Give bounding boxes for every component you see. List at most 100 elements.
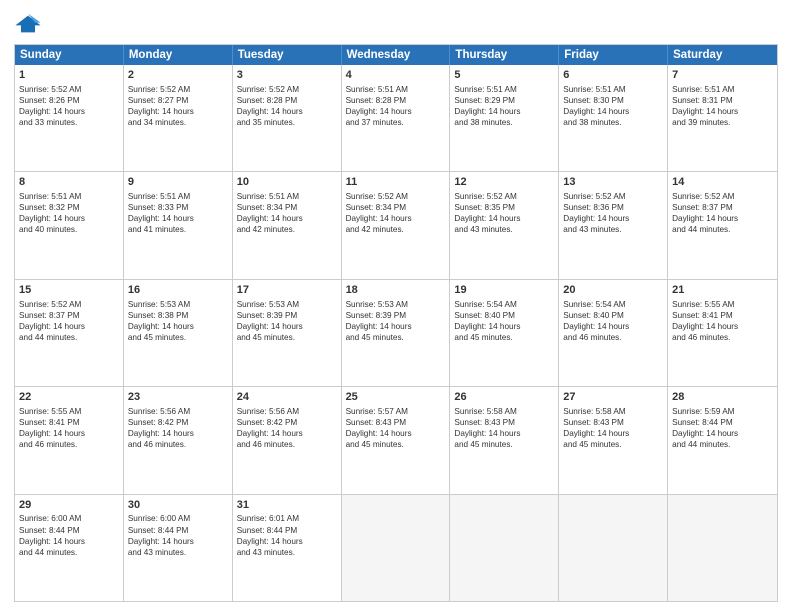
- day-info-line: Daylight: 14 hours: [19, 321, 119, 332]
- day-info-line: Sunrise: 6:01 AM: [237, 513, 337, 524]
- day-info-line: Sunset: 8:37 PM: [19, 310, 119, 321]
- day-info-line: Sunset: 8:39 PM: [346, 310, 446, 321]
- day-info-line: and 34 minutes.: [128, 117, 228, 128]
- calendar-cell: 26Sunrise: 5:58 AMSunset: 8:43 PMDayligh…: [450, 387, 559, 493]
- day-info-line: Sunrise: 5:53 AM: [128, 299, 228, 310]
- day-number: 2: [128, 68, 228, 83]
- day-info-line: and 46 minutes.: [19, 439, 119, 450]
- day-number: 28: [672, 390, 773, 405]
- day-info-line: Sunrise: 6:00 AM: [128, 513, 228, 524]
- day-info-line: Sunset: 8:33 PM: [128, 202, 228, 213]
- header-day: Saturday: [668, 45, 777, 65]
- day-info-line: Sunset: 8:31 PM: [672, 95, 773, 106]
- day-number: 13: [563, 175, 663, 190]
- day-number: 12: [454, 175, 554, 190]
- day-info-line: Sunset: 8:44 PM: [128, 525, 228, 536]
- day-number: 9: [128, 175, 228, 190]
- day-info-line: Sunset: 8:38 PM: [128, 310, 228, 321]
- day-number: 25: [346, 390, 446, 405]
- calendar-cell: 2Sunrise: 5:52 AMSunset: 8:27 PMDaylight…: [124, 65, 233, 171]
- calendar-cell: 29Sunrise: 6:00 AMSunset: 8:44 PMDayligh…: [15, 495, 124, 601]
- day-number: 3: [237, 68, 337, 83]
- day-info-line: Daylight: 14 hours: [237, 321, 337, 332]
- calendar-cell: [559, 495, 668, 601]
- day-info-line: and 38 minutes.: [454, 117, 554, 128]
- day-info-line: and 44 minutes.: [19, 332, 119, 343]
- page: SundayMondayTuesdayWednesdayThursdayFrid…: [0, 0, 792, 612]
- day-info-line: and 37 minutes.: [346, 117, 446, 128]
- calendar-cell: 14Sunrise: 5:52 AMSunset: 8:37 PMDayligh…: [668, 172, 777, 278]
- day-info-line: Sunset: 8:42 PM: [237, 417, 337, 428]
- day-number: 27: [563, 390, 663, 405]
- calendar-cell: 30Sunrise: 6:00 AMSunset: 8:44 PMDayligh…: [124, 495, 233, 601]
- calendar-cell: 16Sunrise: 5:53 AMSunset: 8:38 PMDayligh…: [124, 280, 233, 386]
- calendar-week: 22Sunrise: 5:55 AMSunset: 8:41 PMDayligh…: [15, 386, 777, 493]
- calendar: SundayMondayTuesdayWednesdayThursdayFrid…: [14, 44, 778, 602]
- day-info-line: and 40 minutes.: [19, 224, 119, 235]
- day-info-line: Daylight: 14 hours: [128, 428, 228, 439]
- day-number: 4: [346, 68, 446, 83]
- day-info-line: Sunset: 8:43 PM: [454, 417, 554, 428]
- day-info-line: Daylight: 14 hours: [672, 213, 773, 224]
- calendar-cell: [668, 495, 777, 601]
- day-info-line: Sunrise: 5:53 AM: [237, 299, 337, 310]
- day-info-line: Sunset: 8:36 PM: [563, 202, 663, 213]
- day-info-line: Sunrise: 5:54 AM: [563, 299, 663, 310]
- day-number: 11: [346, 175, 446, 190]
- calendar-body: 1Sunrise: 5:52 AMSunset: 8:26 PMDaylight…: [15, 65, 777, 601]
- day-number: 19: [454, 283, 554, 298]
- day-info-line: and 42 minutes.: [237, 224, 337, 235]
- calendar-cell: 13Sunrise: 5:52 AMSunset: 8:36 PMDayligh…: [559, 172, 668, 278]
- day-info-line: Sunrise: 5:52 AM: [346, 191, 446, 202]
- calendar-cell: 25Sunrise: 5:57 AMSunset: 8:43 PMDayligh…: [342, 387, 451, 493]
- day-info-line: Sunrise: 5:55 AM: [19, 406, 119, 417]
- day-number: 23: [128, 390, 228, 405]
- day-info-line: and 46 minutes.: [128, 439, 228, 450]
- day-info-line: Sunrise: 5:52 AM: [454, 191, 554, 202]
- calendar-cell: 12Sunrise: 5:52 AMSunset: 8:35 PMDayligh…: [450, 172, 559, 278]
- calendar-cell: 17Sunrise: 5:53 AMSunset: 8:39 PMDayligh…: [233, 280, 342, 386]
- day-number: 14: [672, 175, 773, 190]
- day-info-line: Sunset: 8:30 PM: [563, 95, 663, 106]
- calendar-week: 8Sunrise: 5:51 AMSunset: 8:32 PMDaylight…: [15, 171, 777, 278]
- day-info-line: Sunrise: 5:58 AM: [454, 406, 554, 417]
- day-info-line: and 45 minutes.: [563, 439, 663, 450]
- day-number: 18: [346, 283, 446, 298]
- calendar-cell: 23Sunrise: 5:56 AMSunset: 8:42 PMDayligh…: [124, 387, 233, 493]
- calendar-cell: 5Sunrise: 5:51 AMSunset: 8:29 PMDaylight…: [450, 65, 559, 171]
- day-info-line: Sunrise: 5:52 AM: [19, 299, 119, 310]
- day-info-line: Sunset: 8:28 PM: [237, 95, 337, 106]
- calendar-cell: [450, 495, 559, 601]
- day-info-line: Sunrise: 5:51 AM: [128, 191, 228, 202]
- calendar-cell: 4Sunrise: 5:51 AMSunset: 8:28 PMDaylight…: [342, 65, 451, 171]
- header-day: Monday: [124, 45, 233, 65]
- day-info-line: and 45 minutes.: [454, 439, 554, 450]
- header-day: Sunday: [15, 45, 124, 65]
- calendar-week: 29Sunrise: 6:00 AMSunset: 8:44 PMDayligh…: [15, 494, 777, 601]
- day-info-line: Daylight: 14 hours: [672, 428, 773, 439]
- day-info-line: Sunset: 8:41 PM: [19, 417, 119, 428]
- day-info-line: Daylight: 14 hours: [454, 106, 554, 117]
- day-info-line: Sunset: 8:29 PM: [454, 95, 554, 106]
- day-info-line: Daylight: 14 hours: [563, 213, 663, 224]
- day-info-line: Sunrise: 5:59 AM: [672, 406, 773, 417]
- day-info-line: and 45 minutes.: [128, 332, 228, 343]
- day-info-line: Sunset: 8:43 PM: [563, 417, 663, 428]
- day-info-line: Daylight: 14 hours: [563, 428, 663, 439]
- day-number: 31: [237, 498, 337, 513]
- day-info-line: Sunrise: 5:56 AM: [128, 406, 228, 417]
- calendar-cell: 28Sunrise: 5:59 AMSunset: 8:44 PMDayligh…: [668, 387, 777, 493]
- day-info-line: Sunset: 8:26 PM: [19, 95, 119, 106]
- day-info-line: Daylight: 14 hours: [128, 106, 228, 117]
- header-day: Tuesday: [233, 45, 342, 65]
- day-info-line: and 44 minutes.: [672, 224, 773, 235]
- calendar-cell: 18Sunrise: 5:53 AMSunset: 8:39 PMDayligh…: [342, 280, 451, 386]
- day-info-line: Sunset: 8:34 PM: [237, 202, 337, 213]
- day-number: 29: [19, 498, 119, 513]
- day-info-line: and 45 minutes.: [346, 439, 446, 450]
- day-info-line: and 42 minutes.: [346, 224, 446, 235]
- day-info-line: and 39 minutes.: [672, 117, 773, 128]
- day-info-line: Daylight: 14 hours: [672, 321, 773, 332]
- calendar-cell: 27Sunrise: 5:58 AMSunset: 8:43 PMDayligh…: [559, 387, 668, 493]
- day-info-line: Sunrise: 5:51 AM: [563, 84, 663, 95]
